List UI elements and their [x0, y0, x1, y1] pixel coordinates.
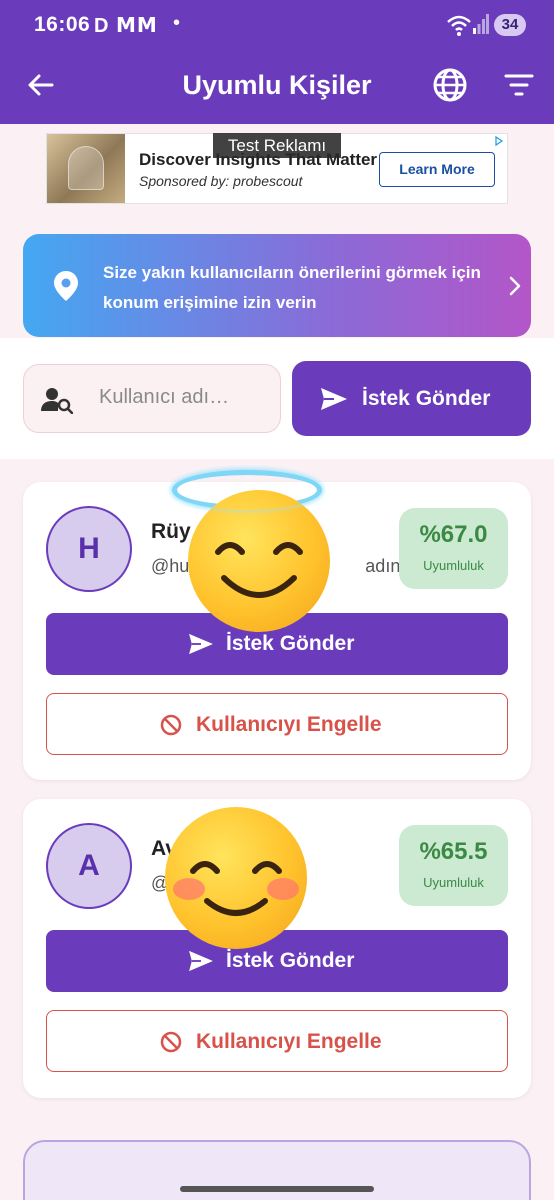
- filter-icon[interactable]: [504, 72, 534, 98]
- send-request-label: İstek Gönder: [226, 949, 355, 972]
- user-handle-prefix: @hu: [151, 556, 190, 576]
- globe-icon[interactable]: [432, 67, 468, 103]
- ad-thumbnail: [47, 134, 125, 203]
- compatibility-badge: %65.5 Uyumluluk: [399, 825, 508, 906]
- user-name: Rüy: [151, 520, 191, 543]
- wifi-icon: [447, 15, 471, 36]
- user-handle-suffix: adın: [365, 556, 401, 576]
- send-icon: [189, 950, 213, 972]
- compatibility-badge: %67.0 Uyumluluk: [399, 508, 508, 589]
- location-banner-text: Size yakın kullanıcıların önerilerini gö…: [103, 263, 481, 312]
- block-user-button[interactable]: Kullanıcıyı Engelle: [46, 693, 508, 755]
- ad-sponsor: Sponsored by: probescout: [139, 173, 303, 189]
- block-user-label: Kullanıcıyı Engelle: [196, 713, 382, 736]
- compatibility-label: Uyumluluk: [423, 875, 484, 890]
- page-title: Uyumlu Kişiler: [182, 70, 372, 100]
- notification-icons: D ⅯⅯ: [94, 15, 158, 37]
- user-search-icon: [41, 388, 73, 414]
- compatibility-label: Uyumluluk: [423, 558, 484, 573]
- battery-indicator: 34: [494, 14, 526, 36]
- send-request-label: İstek Gönder: [226, 632, 355, 655]
- compatibility-value: %67.0: [419, 521, 488, 548]
- send-request-button[interactable]: İstek Gönder: [292, 361, 531, 436]
- avatar: H: [46, 506, 132, 592]
- location-pin-icon: [54, 271, 78, 301]
- notification-dot-icon: •: [173, 12, 181, 34]
- halo-sticker-front: [172, 470, 322, 510]
- username-input[interactable]: Kullanıcı adı…: [23, 364, 281, 433]
- send-icon: [189, 633, 213, 655]
- username-request-bar: Kullanıcı adı… İstek Gönder: [0, 338, 554, 459]
- send-request-button[interactable]: İstek Gönder: [46, 930, 508, 992]
- location-permission-banner[interactable]: Size yakın kullanıcıların önerilerini gö…: [23, 234, 531, 337]
- signal-icon: [473, 14, 489, 34]
- smiling-halo-emoji-icon: [188, 490, 330, 632]
- block-user-button[interactable]: Kullanıcıyı Engelle: [46, 1010, 508, 1072]
- send-request-label: İstek Gönder: [362, 387, 491, 410]
- avatar: A: [46, 823, 132, 909]
- send-icon: [321, 388, 347, 410]
- block-icon: [160, 714, 182, 736]
- smiling-blush-emoji-icon: [165, 807, 307, 949]
- home-indicator[interactable]: [180, 1186, 374, 1192]
- status-bar: 16:06 D ⅯⅯ • 34: [0, 0, 554, 50]
- username-placeholder: Kullanıcı adı…: [99, 386, 230, 408]
- compatibility-value: %65.5: [419, 838, 488, 865]
- test-ad-label: Test Reklamı: [213, 133, 341, 158]
- adchoices-icon[interactable]: [494, 136, 504, 146]
- block-user-label: Kullanıcıyı Engelle: [196, 1030, 382, 1053]
- app-bar: Uyumlu Kişiler: [0, 50, 554, 124]
- block-icon: [160, 1031, 182, 1053]
- status-time: 16:06: [34, 13, 91, 36]
- chevron-right-icon: [509, 276, 521, 296]
- learn-more-button[interactable]: Learn More: [379, 152, 495, 187]
